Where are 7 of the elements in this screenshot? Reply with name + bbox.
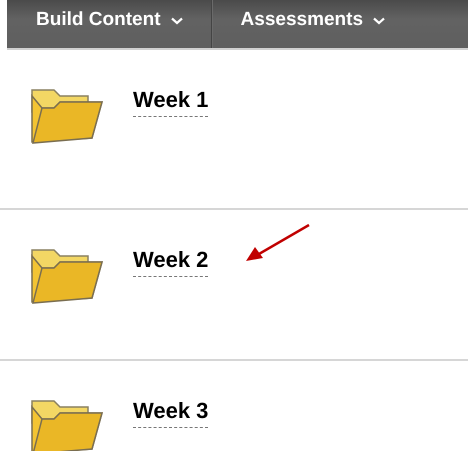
folder-link[interactable]: Week 3: [133, 398, 208, 428]
chevron-down-icon: [170, 17, 183, 25]
chevron-down-icon: [373, 17, 386, 25]
menu-button[interactable]: Build Content: [7, 0, 211, 48]
folder-link[interactable]: Week 2: [133, 247, 208, 277]
menu-button[interactable]: Assessments: [210, 0, 414, 48]
folder-link[interactable]: Week 1: [133, 87, 208, 117]
